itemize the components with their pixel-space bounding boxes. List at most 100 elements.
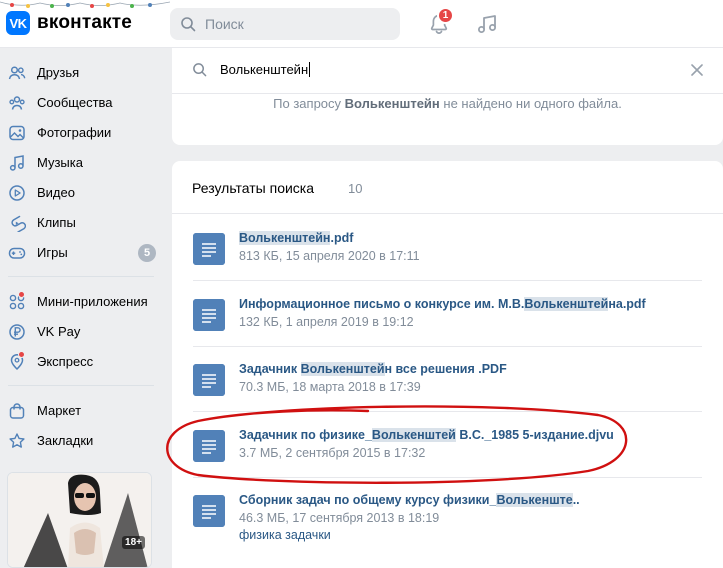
file-title-text: Информационное письмо о конкурсе им. М.В… — [239, 297, 525, 311]
results-count: 10 — [348, 181, 363, 196]
sidebar-item-label: Маркет — [37, 403, 82, 418]
vk-logo-icon: VK — [6, 11, 30, 35]
sidebar-item-label: Закладки — [37, 433, 94, 448]
communities-icon — [9, 96, 25, 110]
sidebar-item-music[interactable]: Музыка — [0, 149, 160, 177]
results-title: Результаты поиска — [192, 180, 315, 196]
file-meta: 132 КБ, 1 апреля 2019 в 19:12 — [239, 315, 414, 329]
sidebar-item-label: Видео — [37, 185, 75, 200]
document-file-icon — [193, 430, 225, 462]
close-icon[interactable] — [691, 64, 703, 76]
file-title-link[interactable]: Задачник по физике_Волькенштей В.С._1985… — [239, 428, 614, 442]
not-found-query: Волькенштейн — [344, 96, 440, 111]
sidebar-divider — [8, 385, 154, 386]
sidebar-item-label: Клипы — [37, 215, 76, 230]
sidebar-divider — [8, 276, 154, 277]
bookmarks-icon — [9, 433, 25, 448]
file-tags-link[interactable]: физика задачки — [239, 528, 331, 542]
divider — [193, 477, 702, 478]
sidebar-item-label: Фотографии — [37, 125, 112, 140]
music-player-icon[interactable] — [475, 12, 499, 36]
market-icon — [9, 403, 25, 419]
not-found-message: По запросу Волькенштейн не найдено ни од… — [172, 96, 723, 111]
document-file-icon — [193, 233, 225, 265]
file-meta: 46.3 МБ, 17 сентября 2013 в 18:19 — [239, 511, 440, 525]
file-title-text: .. — [572, 493, 580, 507]
documents-search-input[interactable]: Волькенштейн — [220, 62, 311, 77]
file-title-highlight: Волькенште — [496, 493, 573, 507]
sidebar-item-communities[interactable]: Сообщества — [0, 89, 160, 117]
documents-search-value: Волькенштейн — [220, 62, 309, 77]
search-results-card: Результаты поиска 10 Волькенштейн.pdf 81… — [172, 161, 723, 568]
divider — [172, 213, 723, 214]
top-header: VK вконтакте Поиск 1 — [0, 0, 723, 48]
document-file-icon — [193, 299, 225, 331]
file-meta: 70.3 МБ, 18 марта 2018 в 17:39 — [239, 380, 421, 394]
file-title-text: н все решения .PDF — [384, 362, 507, 376]
video-icon — [9, 185, 25, 201]
documents-search-card: Волькенштейн По запросу Волькенштейн не … — [172, 48, 723, 145]
file-title-text: Сборник задач по общему курсу физики_ — [239, 493, 497, 507]
ad-image — [8, 473, 151, 567]
divider — [193, 280, 702, 281]
sidebar-item-express[interactable]: Экспресс — [0, 348, 160, 376]
sidebar-item-video[interactable]: Видео — [0, 179, 160, 207]
sidebar-item-label: Экспресс — [37, 354, 94, 369]
file-title-text: Задачник по физике_ — [239, 428, 372, 442]
file-title-link[interactable]: Информационное письмо о конкурсе им. М.В… — [239, 297, 646, 311]
sidebar-item-mini-apps[interactable]: Мини-приложения — [0, 288, 160, 316]
divider — [193, 411, 702, 412]
sidebar-item-vkpay[interactable]: VK Pay — [0, 318, 160, 346]
file-meta: 3.7 МБ, 2 сентября 2015 в 17:32 — [239, 446, 426, 460]
document-file-icon — [193, 495, 225, 527]
sidebar-item-label: Игры — [37, 245, 68, 260]
not-found-prefix: По запросу — [273, 96, 345, 111]
file-meta: 813 КБ, 15 апреля 2020 в 17:11 — [239, 249, 420, 263]
sidebar-item-market[interactable]: Маркет — [0, 397, 160, 425]
sidebar-item-label: VK Pay — [37, 324, 81, 339]
file-title-highlight: Волькенштейн — [239, 231, 331, 245]
sidebar-item-games[interactable]: Игры 5 — [0, 239, 160, 267]
not-found-suffix: не найдено ни одного файла. — [439, 96, 622, 111]
garland-decoration — [0, 1, 170, 8]
photos-icon — [9, 125, 25, 141]
search-icon — [193, 63, 207, 77]
global-search-input[interactable]: Поиск — [170, 8, 400, 40]
clips-icon — [11, 215, 26, 232]
search-placeholder: Поиск — [205, 16, 244, 32]
sidebar-item-bookmarks[interactable]: Закладки — [0, 427, 160, 455]
file-title-text: на.pdf — [608, 297, 646, 311]
document-file-icon — [193, 364, 225, 396]
file-title-highlight: Волькенштей — [524, 297, 609, 311]
file-title-text: .pdf — [330, 231, 354, 245]
vkpay-icon — [9, 324, 25, 340]
file-title-highlight: Волькенштей — [371, 428, 456, 442]
music-icon — [9, 155, 24, 171]
sidebar-item-label: Музыка — [37, 155, 83, 170]
new-indicator-dot — [18, 291, 25, 298]
games-counter-badge: 5 — [138, 244, 156, 262]
vk-logo-text: вконтакте — [37, 12, 133, 33]
file-title-link[interactable]: Задачник Волькенштейн все решения .PDF — [239, 362, 507, 376]
text-caret — [309, 62, 311, 77]
search-icon — [181, 17, 196, 32]
notification-badge: 1 — [437, 7, 454, 24]
sidebar-item-photos[interactable]: Фотографии — [0, 119, 160, 147]
games-icon — [8, 247, 26, 259]
sidebar-item-label: Друзья — [37, 65, 80, 80]
file-title-text: В.С._1985 5-издание.djvu — [455, 428, 614, 442]
vk-logo[interactable]: VK вконтакте — [6, 11, 132, 35]
sidebar-item-clips[interactable]: Клипы — [0, 209, 160, 237]
file-title-highlight: Волькенштей — [300, 362, 385, 376]
friends-icon — [8, 66, 26, 80]
divider — [172, 93, 723, 94]
file-title-text: Задачник — [239, 362, 301, 376]
sidebar-item-friends[interactable]: Друзья — [0, 59, 160, 87]
file-title-link[interactable]: Волькенштейн.pdf — [239, 231, 353, 245]
age-rating-badge: 18+ — [122, 536, 145, 549]
sidebar-item-label: Сообщества — [37, 95, 113, 110]
divider — [193, 346, 702, 347]
file-title-link[interactable]: Сборник задач по общему курсу физики_Вол… — [239, 493, 580, 507]
sidebar-item-label: Мини-приложения — [37, 294, 148, 309]
sidebar-ad-banner[interactable]: 18+ — [7, 472, 152, 568]
